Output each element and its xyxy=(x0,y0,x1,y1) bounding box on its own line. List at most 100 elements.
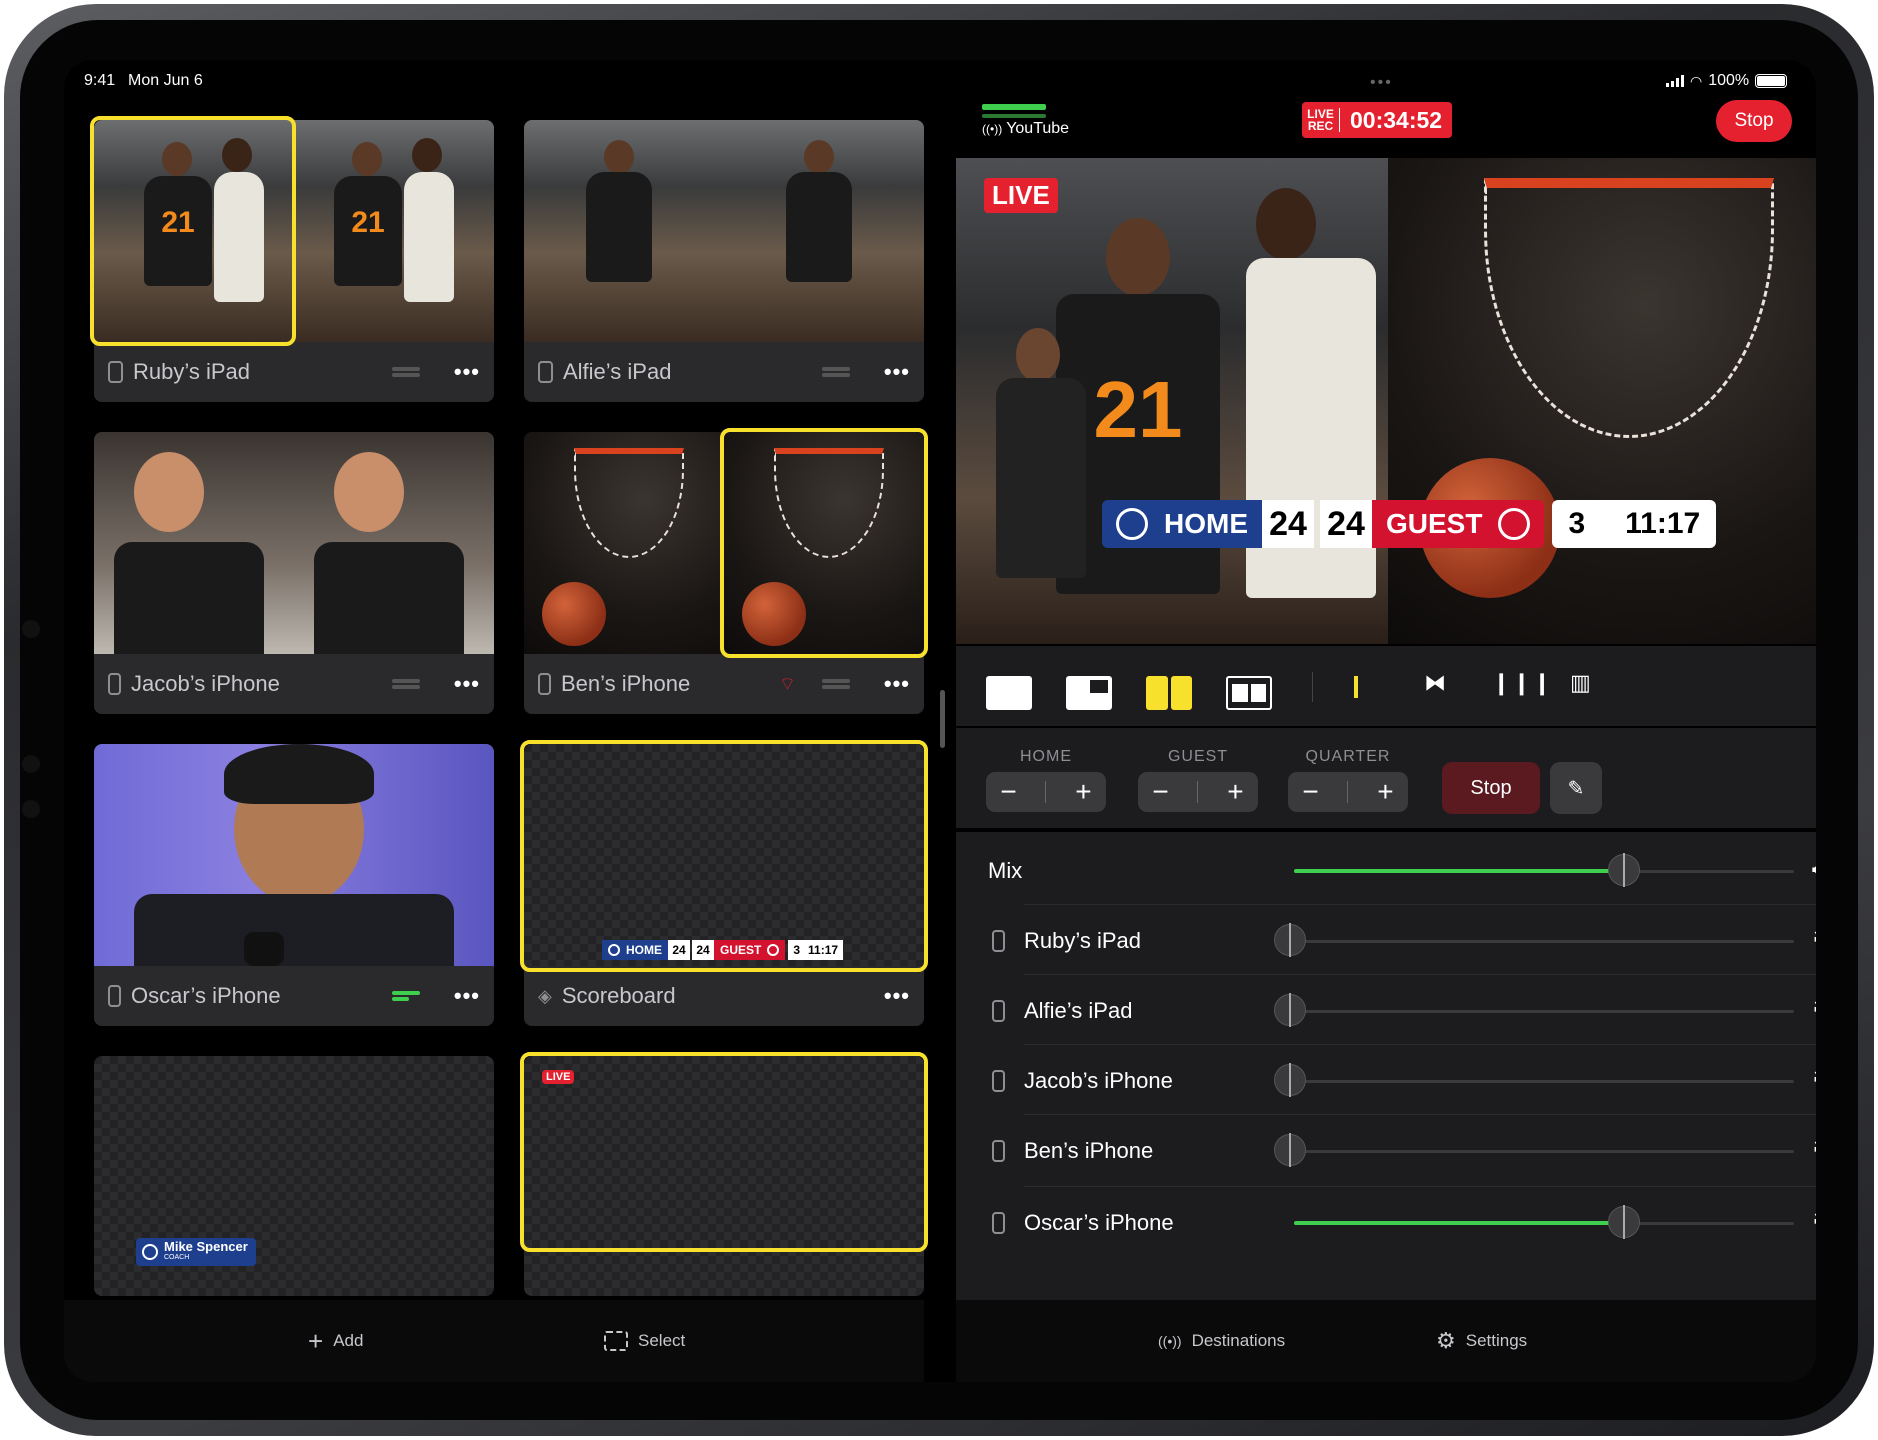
signal-strength-icon xyxy=(391,367,420,377)
mute-icon[interactable]: 🔇︎ xyxy=(1814,996,1816,1022)
mix-label: Mix xyxy=(988,858,1023,883)
multitask-grabber[interactable]: ••• xyxy=(1370,74,1393,92)
signal-strength-icon xyxy=(821,367,850,377)
overlay-preview: HOME 24 24 GUEST 3 11:17 xyxy=(524,744,924,966)
basketball-icon xyxy=(1116,508,1148,540)
audio-channel-row: Oscar’s iPhone🔇︎☊ xyxy=(956,1188,1816,1258)
lower-third-role: COACH xyxy=(164,1254,190,1261)
channel-name: Oscar’s iPhone xyxy=(1024,1210,1174,1235)
guest-score: 24 xyxy=(1320,500,1372,548)
channel-name: Jacob’s iPhone xyxy=(1024,1068,1173,1093)
mix-slider-handle[interactable] xyxy=(1608,853,1640,887)
wipe-transition-icon[interactable]: ⧓ xyxy=(1424,670,1446,696)
increment-button[interactable]: + xyxy=(1377,776,1393,808)
decrement-button[interactable]: − xyxy=(1302,776,1318,808)
signal-strength-icon xyxy=(391,679,420,689)
split-view-handle[interactable] xyxy=(940,690,945,748)
mix-row: Mix 🔈︎ ☊ xyxy=(956,836,1816,906)
layout-side-by-side-button[interactable] xyxy=(1226,676,1272,710)
channel-name: Alfie’s iPad xyxy=(1024,998,1133,1023)
settings-button[interactable]: ⚙ Settings xyxy=(1436,1328,1527,1354)
layout-split-button[interactable] xyxy=(1146,676,1192,710)
increment-button[interactable]: + xyxy=(1075,776,1091,808)
program-right-camera xyxy=(1388,158,1816,644)
home-label: HOME xyxy=(626,943,662,957)
iphone-icon xyxy=(538,673,551,695)
destination-indicator[interactable]: ((•)) YouTube xyxy=(982,120,1069,138)
source-tile-bens-iphone[interactable]: Ben’s iPhone ⌔ ••• xyxy=(524,432,924,714)
source-name: Scoreboard xyxy=(561,983,676,1008)
source-tile-oscars-iphone[interactable]: Oscar’s iPhone ••• xyxy=(94,744,494,1026)
side-button xyxy=(22,755,40,773)
speaker-icon[interactable]: 🔈︎ xyxy=(1812,856,1816,882)
volume-slider-handle[interactable] xyxy=(1274,1063,1306,1097)
guest-score-stepper[interactable]: − + xyxy=(1138,772,1258,812)
volume-slider-handle[interactable] xyxy=(1274,993,1306,1027)
status-time: 9:41 xyxy=(84,72,116,89)
layout-full-button[interactable] xyxy=(986,676,1032,710)
audio-channel-row: Jacob’s iPhone🔇︎☊ xyxy=(956,1046,1816,1116)
cut-transition-button[interactable] xyxy=(1354,676,1358,698)
score-controls: HOME − + GUEST − + QUARTER − + Stop ✎ xyxy=(956,728,1816,828)
side-button xyxy=(22,800,40,818)
overlay-tile-live-badge[interactable]: LIVE xyxy=(524,1056,924,1296)
more-button[interactable]: ••• xyxy=(454,359,480,385)
more-button[interactable]: ••• xyxy=(884,671,910,697)
select-button[interactable]: Select xyxy=(604,1331,685,1351)
more-button[interactable]: ••• xyxy=(884,359,910,385)
source-tile-jacobs-iphone[interactable]: Jacob’s iPhone ••• xyxy=(94,432,494,714)
stop-broadcast-button[interactable]: Stop xyxy=(1716,100,1792,142)
edit-scoreboard-button[interactable]: ✎ xyxy=(1550,762,1602,814)
status-date: Mon Jun 6 xyxy=(128,72,203,89)
ipad-icon xyxy=(538,361,553,383)
audio-channel-row: Ben’s iPhone🔇︎☊ xyxy=(956,1116,1816,1186)
quarter-stepper[interactable]: − + xyxy=(1288,772,1408,812)
signal-strength-icon xyxy=(391,991,420,1001)
volume-slider-handle[interactable] xyxy=(1274,1133,1306,1167)
program-preview: 21 LIVE HOME 24 24 GUEST 3 11:17 xyxy=(956,158,1816,644)
select-label: Select xyxy=(638,1331,686,1350)
source-video xyxy=(524,432,924,654)
stop-clock-button[interactable]: Stop xyxy=(1442,762,1540,814)
source-tile-rubys-ipad[interactable]: 21 21 Ruby’s iPad ••• xyxy=(94,120,494,402)
wifi-icon: ◠ xyxy=(1690,72,1703,89)
home-score-stepper[interactable]: − + xyxy=(986,772,1106,812)
signal-strength-icon xyxy=(821,679,850,689)
broadcast-icon: ((•)) xyxy=(982,122,1003,136)
mix-slider-fill xyxy=(1294,869,1624,873)
guest-label: GUEST xyxy=(1386,508,1483,539)
basketball-icon xyxy=(608,944,620,956)
decrement-button[interactable]: − xyxy=(1152,776,1168,808)
guest-score: 24 xyxy=(692,940,714,960)
row-divider xyxy=(1024,974,1816,975)
home-score-label: HOME xyxy=(1020,748,1072,765)
mini-scoreboard: HOME 24 24 GUEST 3 11:17 xyxy=(602,940,844,960)
mute-icon[interactable]: 🔇︎ xyxy=(1814,1208,1816,1234)
decrement-button[interactable]: − xyxy=(1000,776,1016,808)
tile-footer: Alfie’s iPad ••• xyxy=(524,342,924,402)
more-button[interactable]: ••• xyxy=(454,671,480,697)
mute-icon[interactable]: 🔇︎ xyxy=(1814,926,1816,952)
iphone-icon xyxy=(108,673,121,695)
volume-slider-handle[interactable] xyxy=(1608,1205,1640,1239)
add-button[interactable]: + Add xyxy=(308,1326,363,1357)
guest-label: GUEST xyxy=(720,943,762,957)
basketball-icon xyxy=(767,944,780,956)
side-button xyxy=(22,620,40,638)
volume-slider-handle[interactable] xyxy=(1274,923,1306,957)
overlay-tile-lower-third[interactable]: Mike Spencer COACH xyxy=(94,1056,494,1296)
mute-icon[interactable]: 🔇︎ xyxy=(1814,1066,1816,1092)
push-transition-icon[interactable]: ❙❙❙ xyxy=(1492,670,1553,696)
source-video: 21 21 xyxy=(94,120,494,342)
tile-footer: Ben’s iPhone ⌔ ••• xyxy=(524,654,924,714)
bars-transition-icon[interactable]: ▥ xyxy=(1570,670,1591,696)
guest-score-label: GUEST xyxy=(1167,748,1229,765)
destinations-button[interactable]: ((•)) Destinations xyxy=(1158,1331,1285,1351)
source-tile-scoreboard[interactable]: HOME 24 24 GUEST 3 11:17 ◈ Scoreboard ••• xyxy=(524,744,924,1026)
source-tile-alfies-ipad[interactable]: Alfie’s iPad ••• xyxy=(524,120,924,402)
layout-pip-button[interactable] xyxy=(1066,676,1112,710)
more-button[interactable]: ••• xyxy=(454,983,480,1009)
more-button[interactable]: ••• xyxy=(884,983,910,1009)
increment-button[interactable]: + xyxy=(1227,776,1243,808)
mute-icon[interactable]: 🔇︎ xyxy=(1814,1136,1816,1162)
